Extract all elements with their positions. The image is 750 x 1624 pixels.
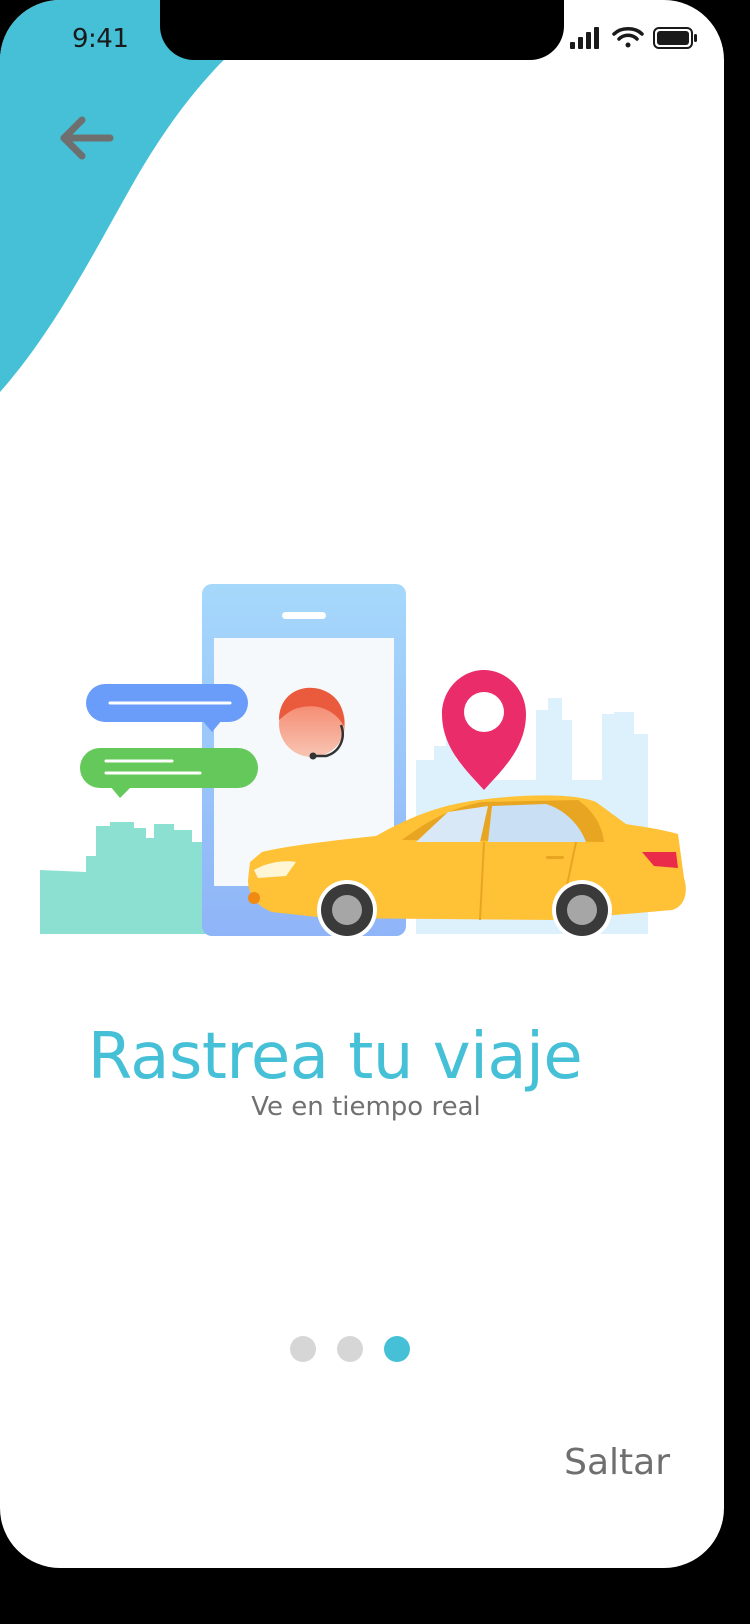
back-button[interactable] <box>52 106 124 172</box>
pagination-dot-active[interactable] <box>384 1336 410 1362</box>
header-wave <box>0 0 300 392</box>
device-notch <box>160 0 564 60</box>
tracking-illustration <box>40 584 686 940</box>
signal-icon <box>570 27 599 49</box>
status-icons <box>570 27 697 49</box>
pagination-dots <box>290 1336 414 1364</box>
pagination-dot[interactable] <box>290 1336 316 1362</box>
pagination-dot[interactable] <box>337 1336 363 1362</box>
onboarding-subtitle: Ve en tiempo real <box>251 1092 481 1122</box>
wifi-icon <box>612 27 644 48</box>
onboarding-screen: 9:41 Rastrea tu viaje Ve en tiempo real … <box>0 0 724 1568</box>
arrow-left-icon <box>60 116 114 160</box>
status-time: 9:41 <box>72 24 129 54</box>
skip-button[interactable]: Saltar <box>520 1442 670 1494</box>
onboarding-title: Rastrea tu viaje <box>87 1020 583 1094</box>
battery-icon <box>653 27 697 49</box>
